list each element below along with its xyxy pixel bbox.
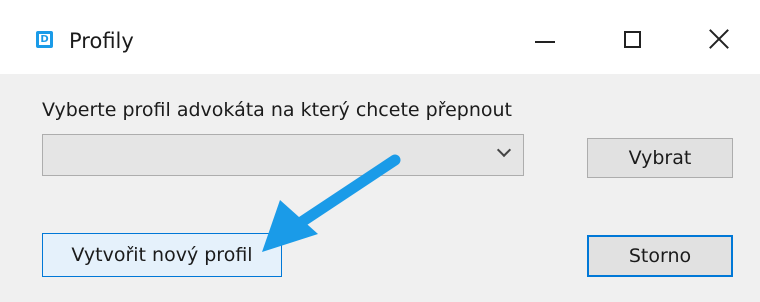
minimize-icon <box>535 41 555 43</box>
create-profile-button[interactable]: Vytvořit nový profil <box>42 233 282 277</box>
maximize-icon <box>624 31 641 48</box>
close-icon <box>708 28 730 50</box>
select-profile-button[interactable]: Vybrat <box>587 138 733 178</box>
maximize-button[interactable] <box>604 18 662 64</box>
minimize-button[interactable] <box>515 18 573 64</box>
close-button[interactable] <box>690 18 748 64</box>
app-icon-letter: D <box>39 34 50 45</box>
app-icon: D <box>36 31 53 48</box>
window-title: Profily <box>69 29 134 53</box>
profile-dropdown[interactable] <box>42 134 524 176</box>
title-bar[interactable]: D Profily <box>0 0 760 74</box>
cancel-button[interactable]: Storno <box>587 235 733 277</box>
chevron-down-icon[interactable] <box>497 145 511 159</box>
dialog-window: D Profily Vyberte profil advokáta na kte… <box>0 0 760 302</box>
profile-prompt-label: Vyberte profil advokáta na který chcete … <box>42 99 512 121</box>
